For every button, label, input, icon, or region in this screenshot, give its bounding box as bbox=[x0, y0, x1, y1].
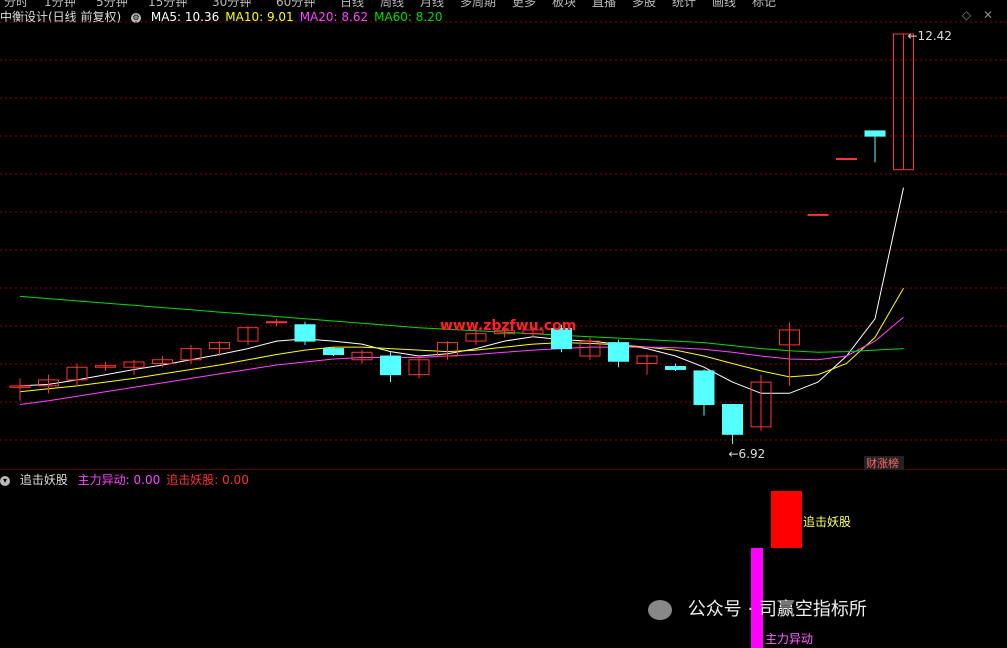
menu-item-5[interactable]: 60分钟 bbox=[276, 0, 315, 8]
menu-item-3[interactable]: 15分钟 bbox=[148, 0, 187, 8]
indicator-legend-0: 主力异动: 0.00 bbox=[77, 473, 161, 487]
stock-chart-window: 分时 1分钟 5分钟 15分钟 30分钟 60分钟 日线 周线 月线 多周期 更多 板块 直播 多股 统计 画… bbox=[0, 0, 1007, 648]
kline-chart[interactable]: ←12.42 ←6.92 www.zbzfwu.com 财涨榜 bbox=[0, 8, 1007, 470]
menu-item-13[interactable]: 多股 bbox=[632, 0, 656, 8]
watermark-url: www.zbzfwu.com bbox=[440, 318, 576, 334]
candle-body-down bbox=[608, 342, 629, 362]
menu-item-12[interactable]: 直播 bbox=[592, 0, 616, 8]
wechat-icon bbox=[648, 600, 672, 620]
candle-body-down bbox=[864, 130, 886, 137]
candle-body-down bbox=[294, 324, 316, 342]
candle-body-up bbox=[807, 213, 829, 216]
high-price-label: ←12.42 bbox=[908, 29, 952, 43]
indicator-title: 追击妖股 bbox=[19, 473, 68, 487]
candle-body-up bbox=[266, 321, 287, 324]
menu-item-11[interactable]: 板块 bbox=[552, 0, 576, 8]
candle-body-down bbox=[693, 370, 715, 405]
menu-item-1[interactable]: 1分钟 bbox=[44, 0, 76, 8]
badge-label: 财涨榜 bbox=[866, 456, 899, 470]
period-menu-bar[interactable]: 分时 1分钟 5分钟 15分钟 30分钟 60分钟 日线 周线 月线 多周期 更多 板块 直播 多股 统计 画… bbox=[0, 0, 1007, 8]
menu-item-2[interactable]: 5分钟 bbox=[96, 0, 128, 8]
menu-item-9[interactable]: 多周期 bbox=[460, 0, 496, 8]
menu-item-0[interactable]: 分时 bbox=[4, 0, 28, 8]
indicator-legend: 主力异动: 0.00 追击妖股: 0.00 bbox=[78, 473, 255, 487]
menu-item-14[interactable]: 统计 bbox=[672, 0, 696, 8]
indicator-legend-1: 追击妖股: 0.00 bbox=[166, 473, 249, 487]
low-price-label: ←6.92 bbox=[729, 447, 766, 461]
menu-item-7[interactable]: 周线 bbox=[380, 0, 404, 8]
menu-item-15[interactable]: 画线 bbox=[712, 0, 736, 8]
menu-item-4[interactable]: 30分钟 bbox=[212, 0, 251, 8]
candle-body-down bbox=[665, 365, 686, 370]
candle-body-down bbox=[323, 348, 344, 356]
chevron-icon[interactable]: ▾ bbox=[0, 475, 10, 486]
menu-item-16[interactable]: 标记 bbox=[752, 0, 776, 8]
menu-item-10[interactable]: 更多 bbox=[512, 0, 536, 8]
signal-label-1: 追击妖股 bbox=[803, 515, 852, 529]
candle-body-down bbox=[722, 403, 743, 435]
menu-item-8[interactable]: 月线 bbox=[420, 0, 444, 8]
footer-watermark-text: 公众号 · 司赢空指标所 bbox=[687, 599, 867, 620]
candle-body-down bbox=[380, 355, 401, 376]
footer-watermark: 公众号 · 司赢空指标所 bbox=[648, 595, 867, 621]
ma-line-ma10 bbox=[19, 287, 904, 393]
menu-item-6[interactable]: 日线 bbox=[340, 0, 364, 8]
signal-label-2: 主力异动 bbox=[765, 632, 814, 646]
signal-bar-red bbox=[771, 491, 802, 548]
indicator-panel-header: ▾ 追击妖股 主力异动: 0.00 追击妖股: 0.00 bbox=[0, 471, 261, 489]
candle-body-up bbox=[836, 157, 857, 160]
